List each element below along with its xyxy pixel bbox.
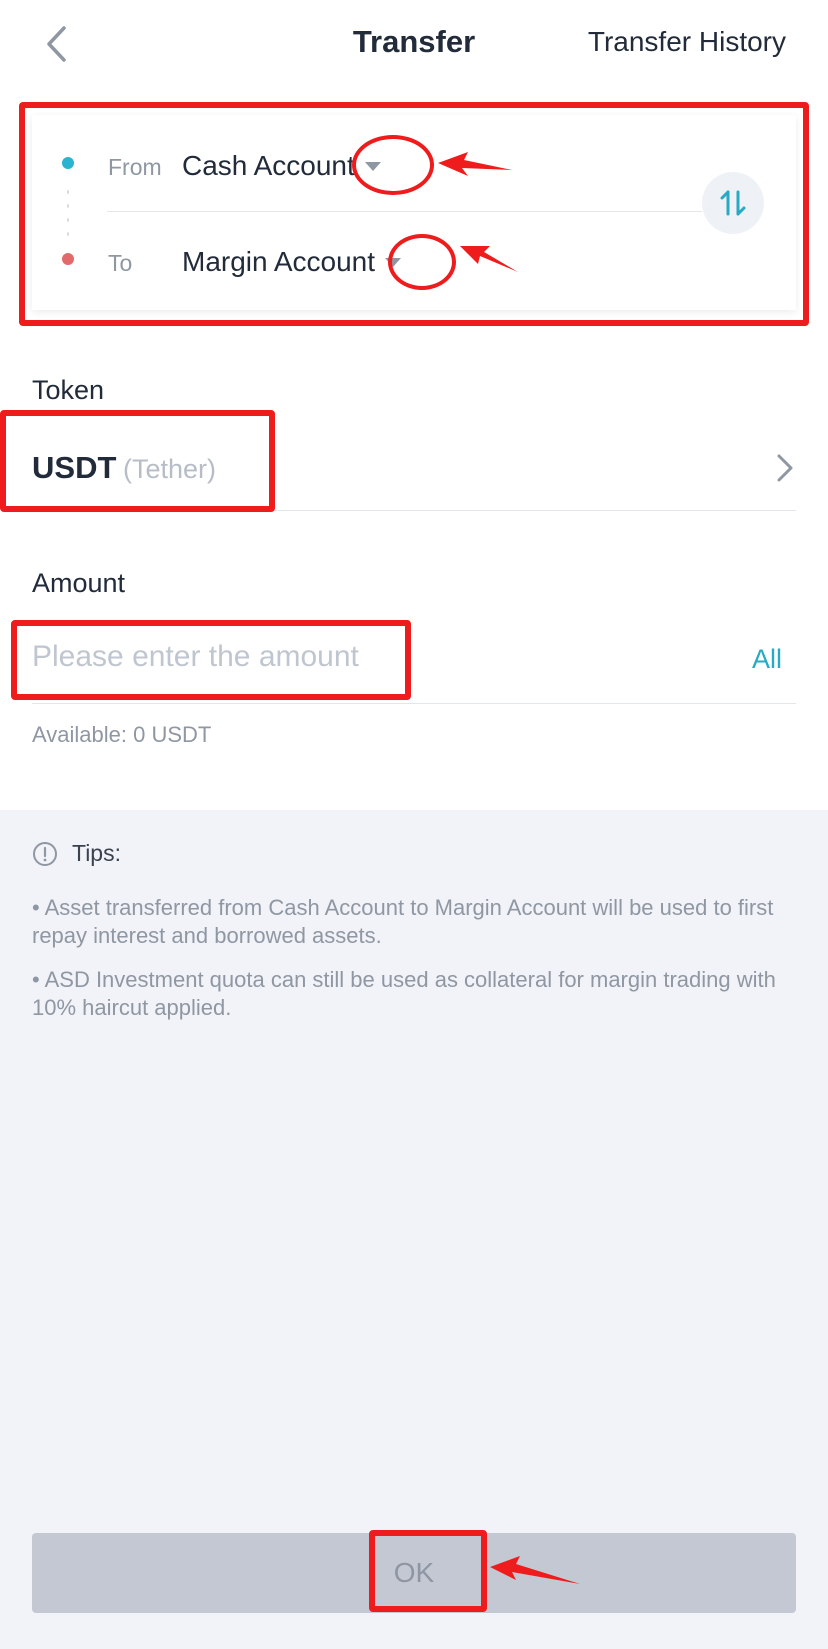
ok-button[interactable]: OK (32, 1533, 796, 1613)
all-button[interactable]: All (752, 644, 782, 675)
token-select[interactable]: USDT (Tether) (32, 425, 796, 511)
amount-row: All (32, 618, 796, 704)
swap-vertical-icon (720, 190, 746, 216)
caret-down-icon[interactable] (364, 161, 381, 171)
tips-title: Tips: (72, 840, 121, 866)
caret-down-icon[interactable] (385, 257, 401, 267)
tip-item: • Asset transferred from Cash Account to… (32, 895, 774, 948)
from-account-select[interactable]: Cash Account (182, 150, 381, 182)
to-account-value: Margin Account (182, 246, 375, 277)
token-symbol: USDT (32, 450, 117, 485)
tip-item: • ASD Investment quota can still be used… (32, 967, 776, 1020)
from-account-value: Cash Account (182, 150, 355, 181)
to-label: To (108, 250, 133, 276)
tips-area: Tips: • Asset transferred from Cash Acco… (0, 810, 828, 1649)
divider (107, 211, 702, 212)
available-balance: Available: 0 USDT (32, 722, 212, 747)
amount-label: Amount (32, 568, 126, 598)
token-label: Token (32, 375, 105, 405)
to-account-select[interactable]: Margin Account (182, 246, 401, 278)
account-card: From Cash Account To Margin Account (32, 115, 796, 310)
amount-input[interactable] (32, 632, 632, 682)
from-label: From (108, 154, 162, 180)
header: Transfer Transfer History (0, 0, 828, 90)
info-icon (33, 841, 57, 866)
transfer-history-link[interactable]: Transfer History (588, 26, 786, 58)
swap-button[interactable] (702, 172, 764, 234)
connector-line (67, 185, 69, 237)
from-dot-icon (62, 157, 74, 169)
chevron-right-icon (777, 454, 793, 482)
token-name: (Tether) (123, 454, 217, 484)
tips-header: Tips: (32, 840, 121, 867)
to-dot-icon (62, 253, 74, 265)
